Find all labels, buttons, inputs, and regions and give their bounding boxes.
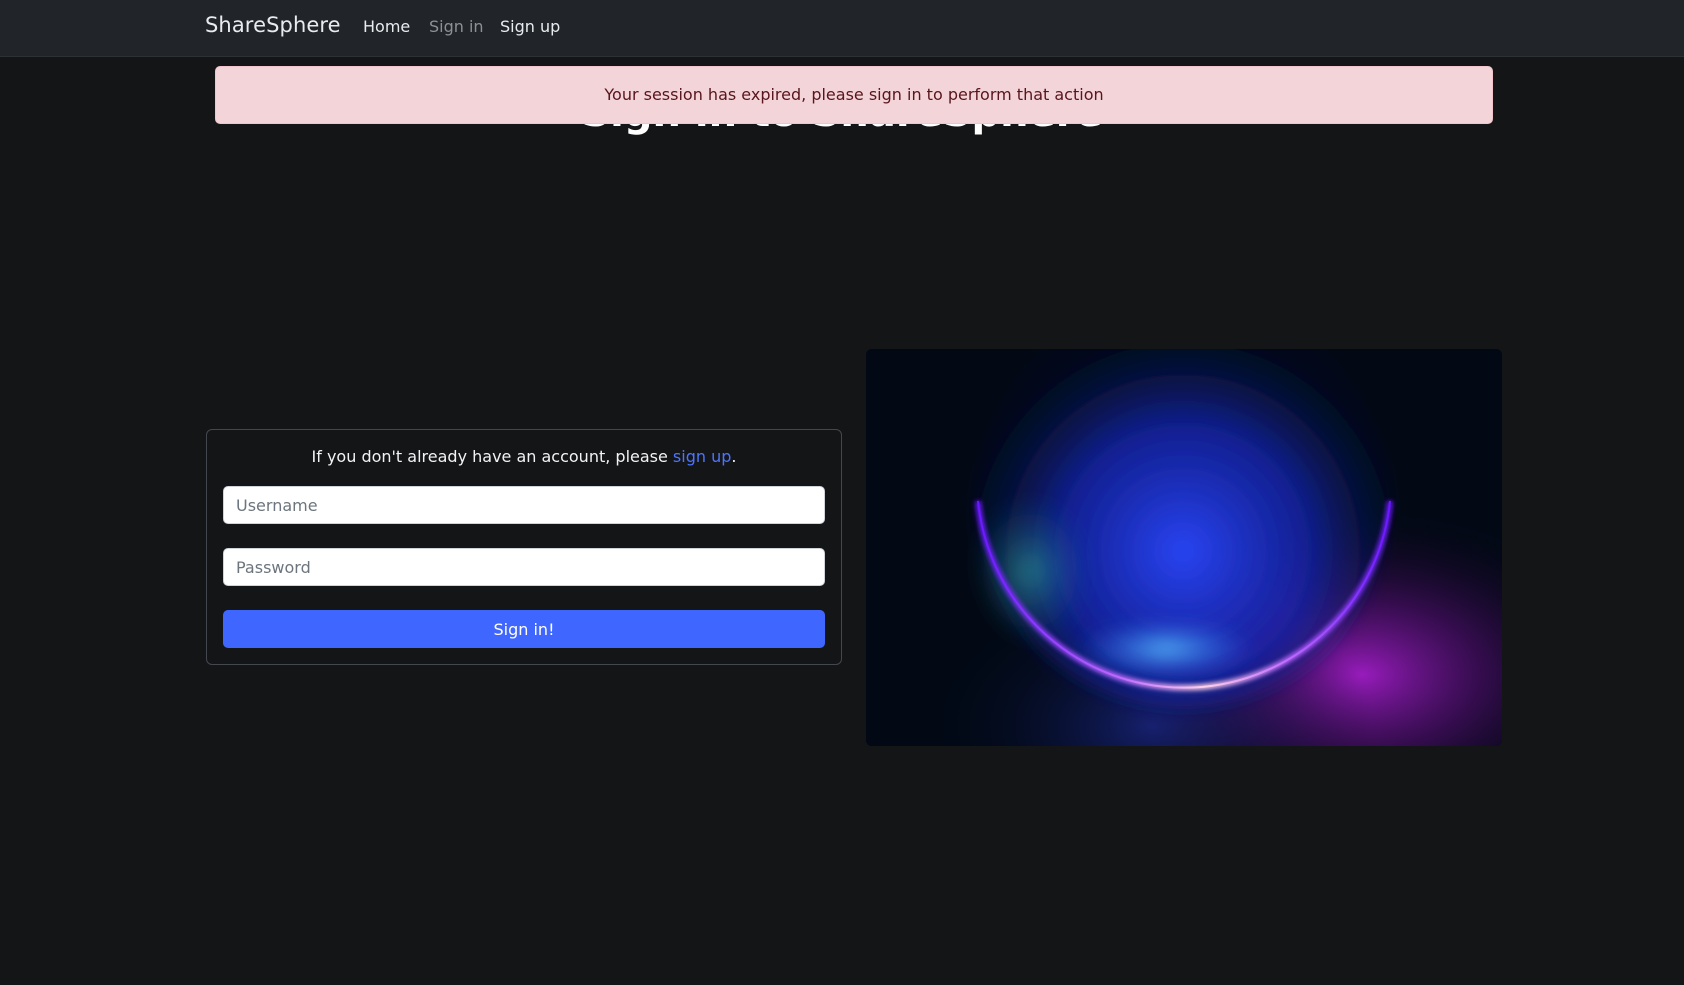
username-input[interactable] [223, 486, 825, 524]
sign-up-link[interactable]: sign up [673, 447, 731, 466]
sign-up-prompt-text: If you don't already have an account, pl… [311, 447, 673, 466]
hero-orb-image [866, 349, 1502, 746]
navbar: ShareSphere Home Sign in Sign up [0, 0, 1684, 57]
password-input[interactable] [223, 548, 825, 586]
nav-sign-up-link[interactable]: Sign up [500, 17, 560, 36]
sign-up-prompt: If you don't already have an account, pl… [207, 447, 841, 466]
brand-link[interactable]: ShareSphere [205, 13, 341, 37]
nav-home-link[interactable]: Home [363, 17, 410, 36]
sign-in-button[interactable]: Sign in! [223, 610, 825, 648]
nav-sign-in-link[interactable]: Sign in [429, 17, 484, 36]
orb-illustration [866, 349, 1502, 746]
sign-in-form: If you don't already have an account, pl… [206, 429, 842, 665]
session-expired-alert: Your session has expired, please sign in… [215, 66, 1493, 124]
sign-up-prompt-suffix: . [731, 447, 737, 466]
